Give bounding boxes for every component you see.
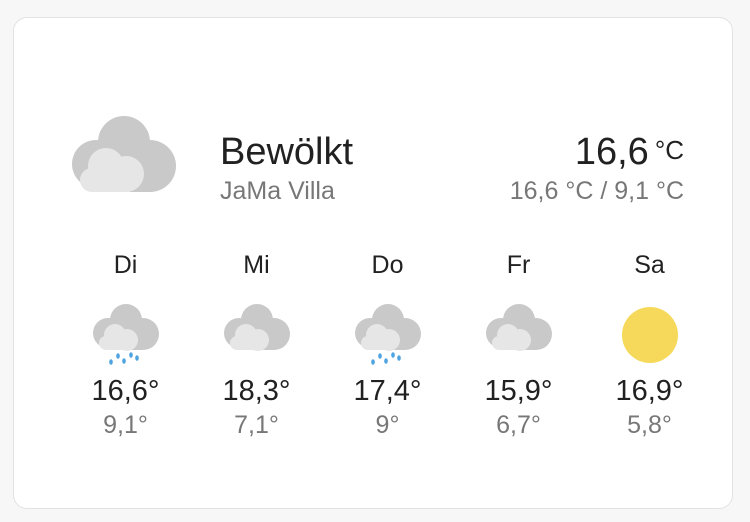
sunny-icon <box>621 307 678 363</box>
daily-forecast: Di 16,6° 9,1° Mi 18,3° 7,1° Do 17,4° 9° … <box>60 248 716 468</box>
forecast-high: 16,9° <box>615 375 684 407</box>
cloudy-icon <box>223 304 290 351</box>
forecast-high: 17,4° <box>353 375 422 407</box>
forecast-day-name: Sa <box>634 251 665 279</box>
forecast-day: Di 16,6° 9,1° <box>60 248 191 440</box>
high-low-temperature: 16,6 °C / 9,1 °C <box>509 177 684 205</box>
forecast-low: 9° <box>375 411 400 439</box>
forecast-low: 9,1° <box>103 411 148 439</box>
forecast-day: Sa 16,9° 5,8° <box>584 248 715 440</box>
rainy-icon <box>92 304 159 365</box>
location-name: JaMa Villa <box>220 177 335 205</box>
cloudy-icon <box>72 116 176 192</box>
forecast-day-name: Fr <box>506 251 531 279</box>
forecast-low: 7,1° <box>234 411 279 439</box>
forecast-low: 6,7° <box>496 411 541 439</box>
forecast-high: 15,9° <box>484 375 553 407</box>
forecast-day-name: Do <box>371 251 404 279</box>
current-temperature-value: 16,6 <box>574 131 649 173</box>
condition-text: Bewölkt <box>220 131 354 173</box>
temperature-unit: °C <box>654 135 684 165</box>
forecast-high: 18,3° <box>222 375 291 407</box>
forecast-day: Mi 18,3° 7,1° <box>191 248 322 440</box>
cloudy-icon <box>485 304 552 351</box>
forecast-high: 16,6° <box>91 375 160 407</box>
forecast-low: 5,8° <box>627 411 672 439</box>
forecast-day-name: Di <box>113 251 138 279</box>
weather-card[interactable]: Bewölkt JaMa Villa 16,6 °C 16,6 °C / 9,1 … <box>13 17 733 509</box>
current-temperature: 16,6 °C <box>575 130 684 174</box>
rainy-icon <box>354 304 421 365</box>
forecast-day: Do 17,4° 9° <box>322 248 453 440</box>
forecast-day-name: Mi <box>243 251 270 279</box>
forecast-day: Fr 15,9° 6,7° <box>453 248 584 440</box>
